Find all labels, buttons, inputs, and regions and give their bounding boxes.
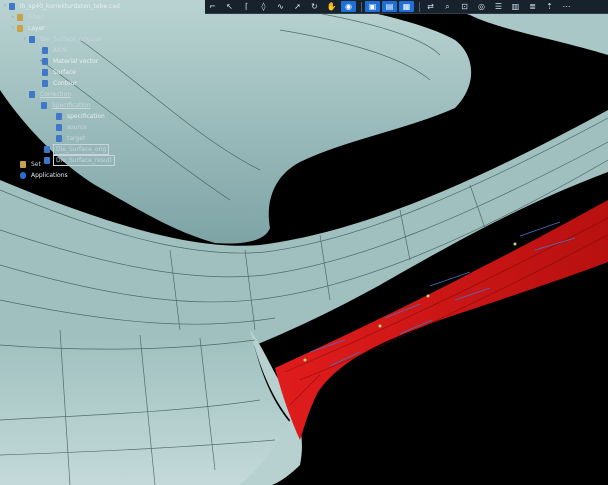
toolbar-separator [419,1,420,12]
cad-application: ⌐ ↖ ⌈ ◊ ∿ ➚ ↻ ✋ ◉ ▣ ▤ ▦ ⇄ ⌕ ⊡ ◎ ☰ ▥ ≣ ⇡ ⋯ ▾ lh_sp40_korrektu… [0,0,608,485]
view-front-icon[interactable]: ▣ [365,1,380,12]
layer-icon [42,58,48,65]
tree-item-label: Filter [28,14,43,21]
tree-item-filter[interactable]: ▸ Filter [10,13,45,22]
fit-icon[interactable]: ⊡ [457,1,472,12]
tree-item-surface[interactable]: Surface [42,68,78,77]
tree-item-applications[interactable]: Applications [20,171,70,180]
layer-icon [44,146,50,153]
tree-item-label: Die_Surface_orig [53,144,110,155]
hand-icon[interactable]: ✋ [324,1,339,12]
tree-root-label: lh_sp40_korrekturdaten_tebe.cad [20,3,120,10]
file-icon [9,3,15,10]
arrow-icon[interactable]: ➚ [290,1,305,12]
tree-item-layer[interactable]: ▾ Layer [10,24,47,33]
layer-icon [56,124,62,131]
tree-item-specification-group[interactable]: ▾ Specification [34,101,93,110]
tree-item-label: specification [67,113,105,120]
folder-icon [17,25,23,32]
collapse-icon[interactable]: ▾ [34,101,40,110]
tree-item-source[interactable]: source [56,123,89,132]
list-icon[interactable]: ≣ [525,1,540,12]
layer-icon [42,69,48,76]
tree-item-label: Layer [28,25,45,32]
layer-icon [29,36,35,43]
tree-item-material-vector[interactable]: Material vector [42,57,100,66]
more-icon[interactable]: ⋯ [559,1,574,12]
zoom-icon[interactable]: ⌕ [440,1,455,12]
collapse-icon[interactable]: ▾ [22,90,28,99]
tree-item-specification[interactable]: specification [56,112,107,121]
tree-item-label: Die_Surface_result [53,155,115,166]
tree-item-label: target [67,135,86,142]
model-tree: ▾ lh_sp40_korrekturdaten_tebe.cad ▸ Filt… [0,0,160,185]
tree-item-axis[interactable]: AXIS [42,46,69,55]
bracket-icon[interactable]: ⌈ [239,1,254,12]
layer-icon [29,91,35,98]
tree-item-label: Set [31,161,41,168]
layer-icon [42,47,48,54]
collapse-icon[interactable]: ▾ [2,2,8,11]
tree-item-label: Surface [53,69,76,76]
tree-item-set[interactable]: Set [20,160,43,169]
select-icon[interactable]: ↖ [222,1,237,12]
view-side-icon[interactable]: ▤ [382,1,397,12]
tree-item-label: Die_Surface_original [40,36,102,43]
collapse-icon[interactable]: ▾ [10,24,16,33]
render-icon[interactable]: ◉ [341,1,356,12]
sync-icon[interactable]: ⇄ [423,1,438,12]
layer-icon [56,135,62,142]
expand-icon[interactable]: ▸ [10,13,16,22]
main-toolbar: ⌐ ↖ ⌈ ◊ ∿ ➚ ↻ ✋ ◉ ▣ ▤ ▦ ⇄ ⌕ ⊡ ◎ ☰ ▥ ≣ ⇡ ⋯ [205,0,608,14]
polyline-icon[interactable]: ⌐ [205,1,220,12]
tree-item-target[interactable]: target [56,134,87,143]
tree-item-label: Contour [53,80,77,87]
tree-item-label: Correction [40,91,72,98]
tree-item-die-surface-orig[interactable]: Die_Surface_orig [44,144,110,155]
tree-root[interactable]: ▾ lh_sp40_korrekturdaten_tebe.cad [2,2,122,11]
layer-icon [56,113,62,120]
tree-item-label: source [67,124,87,131]
tree-item-label: Applications [31,172,68,179]
folder-icon [17,14,23,21]
folder-icon [20,161,26,168]
view-top-icon[interactable]: ▦ [399,1,414,12]
layer-icon [41,102,47,109]
tree-item-die-surface-result[interactable]: Die_Surface_result [44,155,115,166]
layer-icon [42,80,48,87]
toolbar-separator [361,1,362,12]
layers-icon[interactable]: ☰ [491,1,506,12]
target-icon[interactable]: ◎ [474,1,489,12]
tree-item-label: Specification [52,102,91,109]
die-surface-lower [0,330,292,485]
tree-item-contour[interactable]: Contour [42,79,79,88]
tree-item-correction[interactable]: ▾ Correction [22,90,73,99]
applications-icon [20,172,26,179]
tree-item-label: Material vector [53,58,99,65]
rotate-icon[interactable]: ↻ [307,1,322,12]
collapse-icon[interactable]: ▾ [22,35,28,44]
curve-icon[interactable]: ∿ [273,1,288,12]
table-icon[interactable]: ▥ [508,1,523,12]
layer-icon [44,157,50,164]
tree-item-die-surface-original[interactable]: ▾ Die_Surface_original [22,35,103,44]
up-icon[interactable]: ⇡ [542,1,557,12]
tree-item-label: AXIS [53,47,67,54]
node-icon[interactable]: ◊ [256,1,271,12]
